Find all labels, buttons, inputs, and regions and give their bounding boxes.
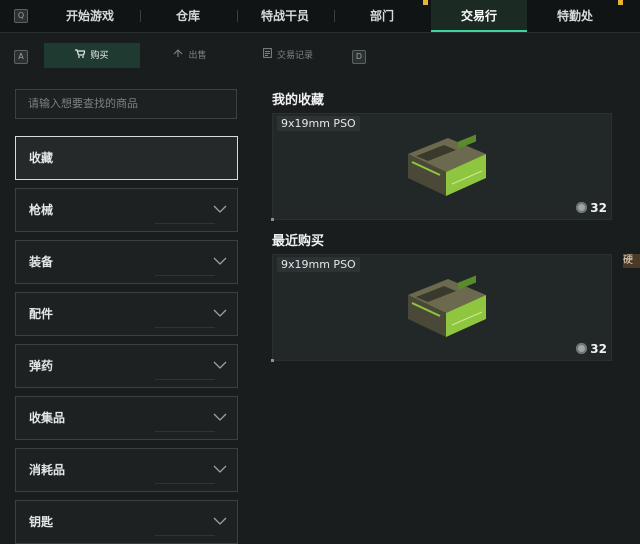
recent-item-card[interactable]: 9x19mm PSO 32 (271, 254, 612, 362)
recent-title: 最近购买 (272, 234, 325, 249)
category-keys[interactable]: 钥匙 (15, 500, 238, 544)
category-label: 配件 (29, 307, 54, 321)
item-price: 32 (576, 201, 607, 215)
category-favorites[interactable]: 收藏 (15, 136, 238, 180)
cart-icon (75, 43, 87, 68)
category-firearms[interactable]: 枪械 (15, 188, 238, 232)
category-ammo[interactable]: 弹药 (15, 344, 238, 388)
top-navigation: Q 开始游戏 仓库 特战干员 部门 交易行 特勤处 (0, 0, 640, 33)
divider (155, 327, 215, 328)
key-hint-a: A (14, 50, 28, 64)
corner-marker (271, 359, 274, 362)
divider (155, 535, 215, 536)
ammo-box-icon (408, 275, 486, 337)
divider (155, 483, 215, 484)
chevron-down-icon (213, 465, 227, 473)
tab-trade-records-label: 交易记录 (276, 51, 313, 61)
tab-sell-label: 出售 (188, 51, 207, 61)
category-label: 枪械 (29, 203, 54, 217)
chevron-down-icon (213, 205, 227, 213)
record-icon (263, 43, 272, 68)
tab-trade-records[interactable]: 交易记录 (240, 43, 336, 68)
tab-department[interactable]: 部门 (337, 0, 427, 32)
chevron-down-icon (213, 517, 227, 525)
category-label: 收集品 (29, 411, 66, 425)
favorites-title: 我的收藏 (272, 93, 325, 108)
tab-buy[interactable]: 购买 (44, 43, 140, 68)
item-name: 9x19mm PSO (277, 116, 360, 131)
nav-divider (237, 10, 238, 22)
corner-marker (271, 218, 274, 221)
tab-trading[interactable]: 交易行 (431, 0, 527, 32)
divider (155, 431, 215, 432)
category-collectibles[interactable]: 收集品 (15, 396, 238, 440)
tab-operators[interactable]: 特战干员 (240, 0, 330, 32)
sell-icon (173, 43, 183, 68)
nav-divider (334, 10, 335, 22)
key-hint-d: D (352, 50, 366, 64)
category-label: 钥匙 (29, 515, 54, 529)
tab-start-game[interactable]: 开始游戏 (45, 0, 135, 32)
coin-icon (576, 202, 588, 213)
divider (155, 223, 215, 224)
key-hint-q: Q (14, 9, 28, 23)
category-equipment[interactable]: 装备 (15, 240, 238, 284)
search-input[interactable]: 请输入想要查找的商品 (15, 89, 237, 119)
nav-divider (140, 10, 141, 22)
chevron-down-icon (213, 257, 227, 265)
category-attachments[interactable]: 配件 (15, 292, 238, 336)
divider (155, 275, 215, 276)
divider (155, 379, 215, 380)
chevron-down-icon (213, 309, 227, 317)
item-name: 9x19mm PSO (277, 257, 360, 272)
category-consumables[interactable]: 消耗品 (15, 448, 238, 492)
category-label: 收藏 (29, 151, 54, 165)
notification-badge (618, 0, 623, 5)
partial-item-card[interactable]: 硬 (623, 254, 640, 268)
tab-sell[interactable]: 出售 (145, 43, 235, 68)
item-price: 32 (576, 342, 607, 356)
chevron-down-icon (213, 413, 227, 421)
category-label: 装备 (29, 255, 54, 269)
tab-warehouse[interactable]: 仓库 (143, 0, 233, 32)
tab-special-ops[interactable]: 特勤处 (530, 0, 620, 32)
tab-buy-label: 购买 (90, 51, 109, 61)
favorite-item-card[interactable]: 9x19mm PSO 32 (271, 113, 612, 221)
chevron-down-icon (213, 361, 227, 369)
category-label: 弹药 (29, 359, 54, 373)
category-label: 消耗品 (29, 463, 66, 477)
notification-badge (423, 0, 428, 5)
ammo-box-icon (408, 134, 486, 196)
coin-icon (576, 343, 588, 354)
